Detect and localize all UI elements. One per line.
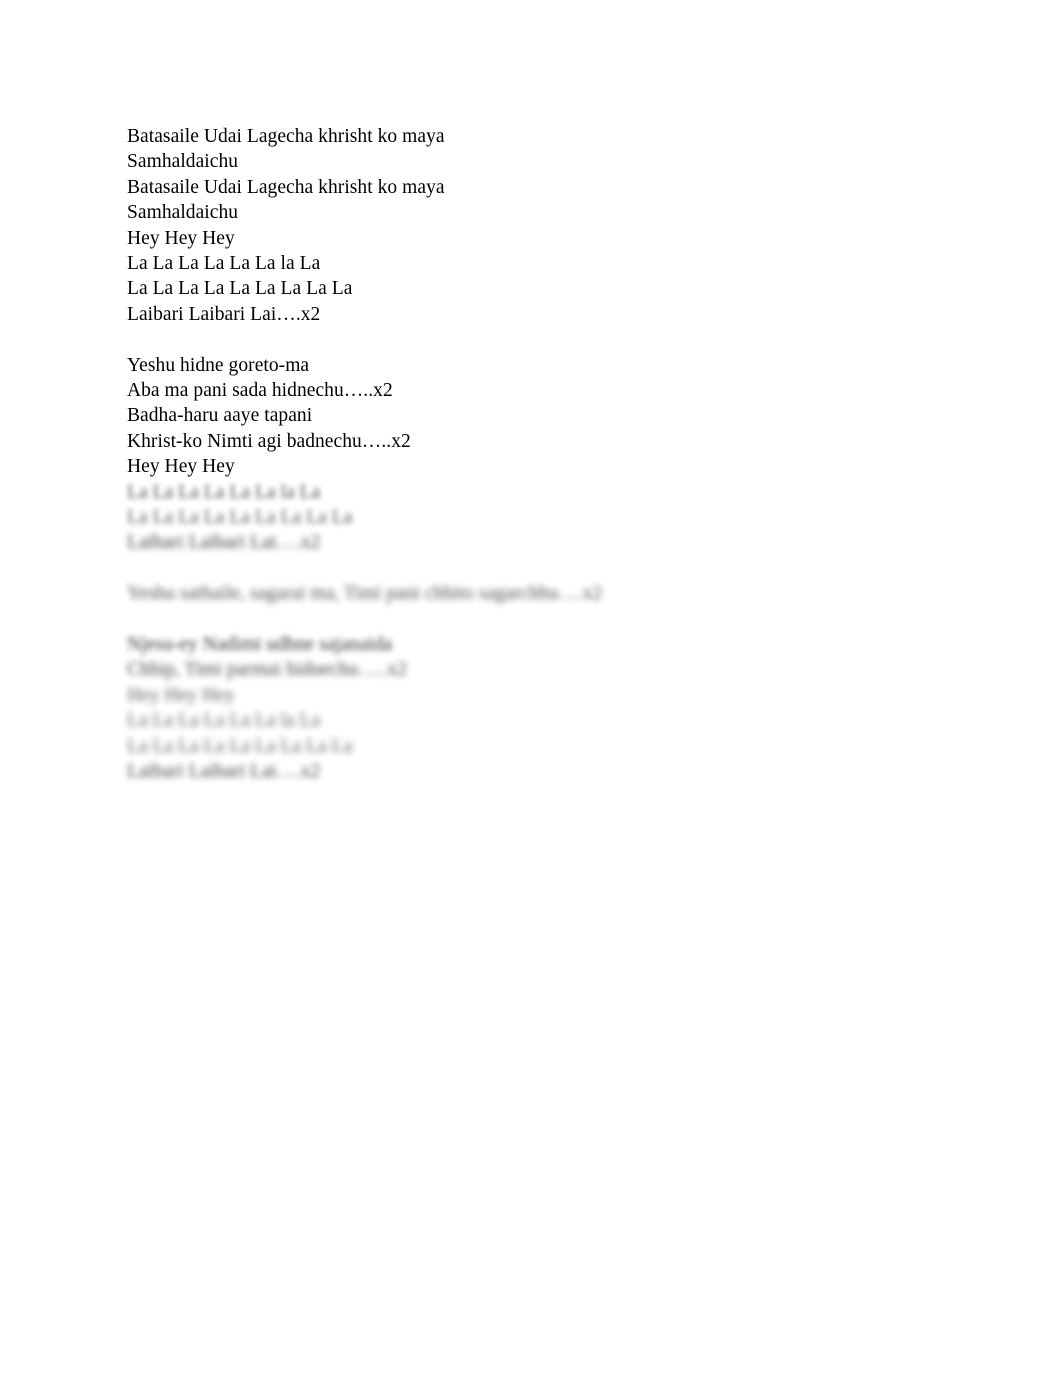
lyric-line: Chhip, Timi parmai hidnechu…..x2	[127, 659, 408, 681]
lyric-line: Hey Hey Hey	[127, 456, 235, 478]
lyric-line: Badha-haru aaye tapani	[127, 405, 313, 427]
lyric-line: La La La La La La La La La	[127, 735, 353, 757]
lyric-line: La La La La La La la La	[127, 710, 321, 732]
lyric-spacer	[127, 607, 947, 632]
lyric-line: Batasaile Udai Lagecha khrisht ko maya	[127, 126, 445, 147]
lyric-line: La La La La La La La La La	[127, 278, 353, 300]
lyric-line: Laibari Laibari Lai….x2	[127, 761, 321, 783]
lyric-line: Yeshu sathaile, sagarai ma, Timi pani ch…	[127, 583, 603, 605]
lyric-line: Hey Hey Hey	[127, 227, 235, 249]
lyric-line: Yeshu hidne goreto-ma	[127, 354, 310, 376]
lyric-line: La La La La La La la La	[127, 253, 321, 275]
lyric-line: Njesu-ey Nadimi udhne sajanaida	[127, 634, 393, 656]
lyric-line: Laibari Laibari Lai….x2	[127, 532, 321, 554]
lyric-line: Laibari Laibari Lai….x2	[127, 303, 321, 325]
lyric-line: Hey Hey Hey	[127, 684, 235, 706]
lyric-line: Aba ma pani sada hidnechu…..x2	[127, 380, 393, 402]
document-page: Batasaile Udai Lagecha khrisht ko maya Sa…	[0, 0, 1062, 1377]
lyric-line: La La La La La La La La La	[127, 507, 353, 529]
lyric-line: Samhaldaichu	[127, 151, 239, 173]
lyric-spacer	[127, 556, 947, 581]
lyrics-text-body: Batasaile Udai Lagecha khrisht ko maya Sa…	[127, 124, 947, 785]
lyric-line: Samhaldaichu	[127, 202, 239, 224]
lyric-line: Khrist-ko Nimti agi badnechu…..x2	[127, 430, 411, 452]
lyric-spacer	[127, 327, 947, 352]
lyric-line: Batasaile Udai Lagecha khrisht ko maya	[127, 176, 445, 198]
lyric-line: La La La La La La la La	[127, 481, 321, 503]
